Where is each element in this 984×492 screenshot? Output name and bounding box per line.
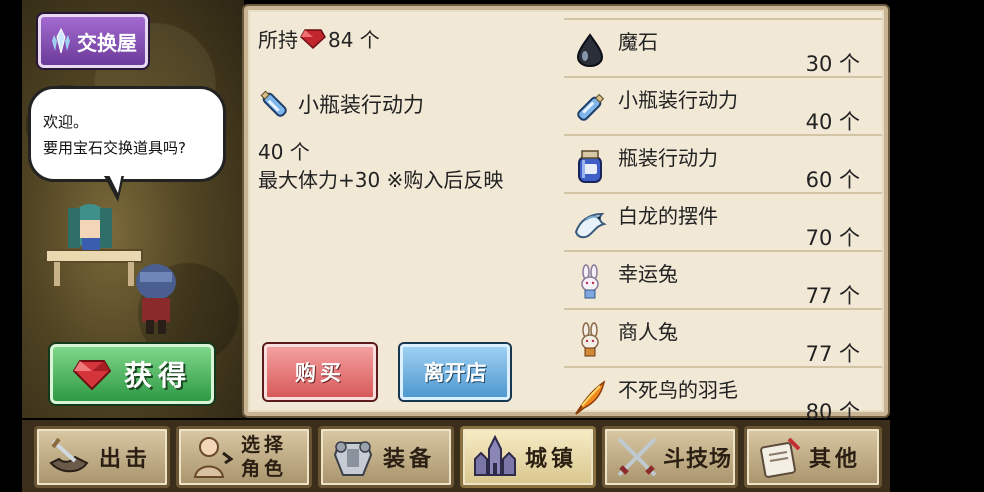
speech-bubble-tail — [104, 173, 124, 202]
phoenix-feather-icon — [575, 380, 606, 415]
shop-title-badge: 交换屋 — [38, 14, 148, 68]
item-name: 白龙的摆件 — [618, 204, 718, 228]
player-character — [136, 264, 176, 334]
leave-label: 离开店 — [423, 361, 487, 385]
list-item[interactable]: 不死鸟的羽毛 80 个 — [564, 366, 882, 424]
small-bottle-icon — [577, 93, 605, 121]
speech-bubble: 欢迎。 要用宝石交换道具吗? — [28, 86, 226, 182]
item-name: 幸运兔 — [618, 262, 678, 286]
list-item[interactable]: 幸运兔 77 个 — [564, 250, 882, 308]
white-dragon-icon — [574, 212, 607, 239]
nav-select-character[interactable]: 选择 角色 — [176, 426, 312, 488]
nav-equipment[interactable]: 装备 — [318, 426, 454, 488]
item-price: 30 个 — [805, 52, 860, 76]
gem-icon — [300, 29, 326, 49]
list-item[interactable]: 小瓶装行动力 40 个 — [564, 76, 882, 134]
bottom-navigation: 出击 选择 角色 装备 城镇 斗技场 其他 — [22, 420, 890, 492]
item-name: 小瓶装行动力 — [618, 88, 738, 112]
list-item[interactable]: 白龙的摆件 70 个 — [564, 192, 882, 250]
game-screen: 交换屋 欢迎。 要用宝石交换道具吗? 获得 所持 84 个 小瓶装行动力 40 … — [0, 0, 984, 492]
selected-item-title: 小瓶装行动力 — [298, 93, 424, 117]
item-name: 商人兔 — [618, 320, 678, 344]
get-gems-button[interactable]: 获得 — [50, 344, 214, 404]
nav-select-character-label: 选择 角色 — [241, 433, 289, 481]
letterbox-left — [0, 0, 22, 492]
arena-icon — [617, 437, 657, 477]
selected-item-cost: 40 个 — [258, 140, 310, 164]
owned-amount: 84 个 — [328, 27, 380, 52]
merchant-rabbit-icon — [581, 322, 599, 357]
nav-equipment-label: 装备 — [383, 447, 436, 472]
small-bottle-icon — [260, 90, 287, 117]
nav-sortie-label: 出击 — [99, 447, 152, 472]
item-name: 不死鸟的羽毛 — [618, 378, 738, 402]
lucky-rabbit-icon — [581, 264, 599, 299]
item-price: 77 个 — [805, 342, 860, 366]
item-price: 60 个 — [805, 168, 860, 192]
owned-label: 所持 — [258, 27, 298, 52]
get-gems-label: 获得 — [123, 359, 192, 392]
item-name: 瓶装行动力 — [618, 146, 718, 170]
nav-arena[interactable]: 斗技场 — [602, 426, 738, 488]
gem-icon — [72, 360, 112, 391]
other-icon — [760, 437, 801, 478]
nav-select-line-1: 选择 — [241, 434, 288, 456]
buy-label: 购买 — [295, 361, 345, 385]
jar-icon — [578, 150, 602, 183]
owned-gems: 所持 84 个 — [258, 18, 558, 58]
nav-other-label: 其他 — [809, 447, 862, 472]
sortie-icon — [49, 437, 89, 473]
buy-button[interactable]: 购买 — [264, 344, 376, 400]
nav-town[interactable]: 城镇 — [460, 426, 596, 488]
list-item[interactable]: 瓶装行动力 60 个 — [564, 134, 882, 192]
greeting-line-1: 欢迎。 — [43, 113, 89, 131]
selected-item-description: 最大体力+30 ※购入后反映 — [258, 168, 504, 192]
item-list: 魔石 30 个 小瓶装行动力 40 个 瓶装行动力 60 个 白龙的摆件 70 … — [564, 18, 882, 424]
item-name: 魔石 — [618, 30, 658, 54]
exchange-panel: 所持 84 个 小瓶装行动力 40 个 最大体力+30 ※购入后反映 购买 离开… — [244, 6, 888, 424]
equipment-icon — [333, 441, 373, 476]
list-item[interactable]: 魔石 30 个 — [564, 18, 882, 76]
town-icon — [474, 434, 516, 476]
item-price: 70 个 — [805, 226, 860, 250]
magic-stone-icon — [576, 33, 604, 68]
shop-title: 交换屋 — [77, 30, 137, 55]
list-item[interactable]: 商人兔 77 个 — [564, 308, 882, 366]
item-price: 40 个 — [805, 110, 860, 134]
greeting-line-2: 要用宝石交换道具吗? — [43, 139, 186, 157]
character-icon — [193, 437, 234, 478]
nav-arena-label: 斗技场 — [663, 447, 733, 472]
letterbox-right — [890, 0, 984, 492]
nav-town-label: 城镇 — [525, 447, 578, 472]
leave-shop-button[interactable]: 离开店 — [400, 344, 510, 400]
nav-other[interactable]: 其他 — [744, 426, 882, 488]
nav-sortie[interactable]: 出击 — [34, 426, 170, 488]
crystal-icon — [52, 27, 70, 54]
item-price: 77 个 — [805, 284, 860, 308]
nav-select-line-2: 角色 — [241, 458, 288, 480]
item-detail: 所持 84 个 小瓶装行动力 40 个 最大体力+30 ※购入后反映 — [258, 18, 558, 194]
selected-item-name: 小瓶装行动力 — [258, 84, 558, 124]
